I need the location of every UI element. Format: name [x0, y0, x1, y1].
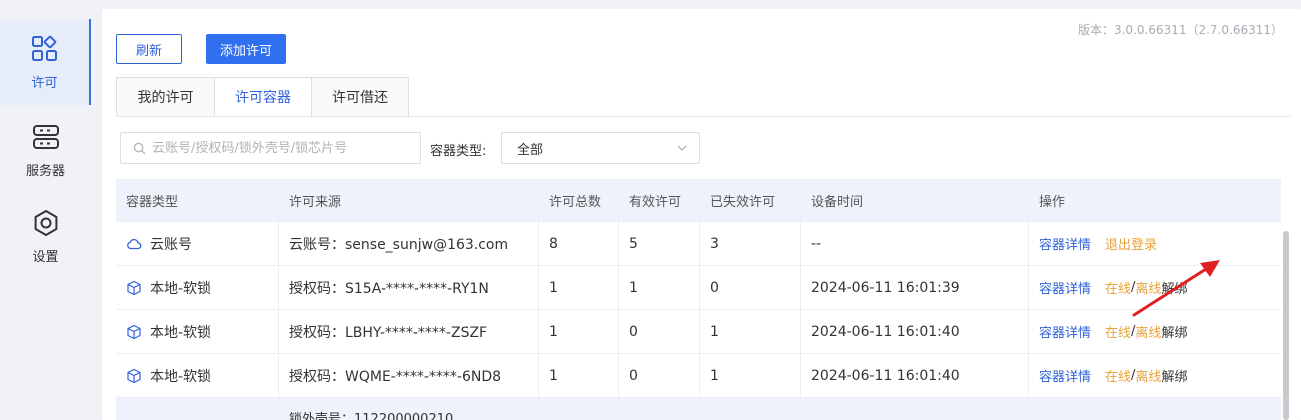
column-header: 容器类型 [116, 179, 279, 222]
valid-cell: 0 [619, 354, 700, 397]
version-text: 版本：3.0.0.66311（2.7.0.66311） [1077, 23, 1283, 37]
valid-cell: 0 [619, 310, 700, 353]
offline-link[interactable]: 离线 [1135, 278, 1161, 297]
container-type-select[interactable]: 全部 [501, 132, 700, 164]
source-cell: 锁外壳号：112200000210 [279, 398, 539, 420]
search-input[interactable] [152, 140, 402, 156]
valid-cell: 5 [619, 222, 700, 265]
table-row: 云账号 云账号：sense_sunjw@163.com 8 5 3 -- 容器详… [116, 222, 1281, 266]
source-cell: 授权码：WQME-****-****-6ND8 [279, 354, 539, 397]
expired-cell: 1 [700, 310, 801, 353]
table-scrollbar[interactable] [1283, 231, 1289, 420]
source-cell: 授权码：S15A-****-****-RY1N [279, 266, 539, 309]
container-detail-link[interactable]: 容器详情 [1039, 234, 1091, 253]
sidebar: 许可 服务器 设置 [0, 0, 92, 420]
time-cell: -- [801, 222, 1029, 265]
table-row: 锁外壳号：112200000210 [116, 398, 1281, 420]
table-row: 本地-软锁 授权码：WQME-****-****-6ND8 1 0 1 2024… [116, 354, 1281, 398]
apps-icon [31, 35, 57, 61]
refresh-button[interactable]: 刷新 [116, 34, 182, 64]
type-cell: 本地-软锁 [116, 354, 279, 397]
container-detail-link[interactable]: 容器详情 [1039, 322, 1091, 341]
column-header: 许可来源 [279, 179, 539, 222]
type-cell: 云账号 [116, 222, 279, 265]
sidebar-item-settings[interactable]: 设置 [0, 193, 91, 279]
tab-my-license[interactable]: 我的许可 [116, 77, 215, 117]
online-link[interactable]: 在线 [1105, 278, 1131, 297]
main-panel: 版本：3.0.0.66311（2.7.0.66311） 刷新 添加许可 我的许可… [102, 9, 1301, 420]
unbind-link[interactable]: 解绑 [1161, 322, 1187, 341]
cube-icon [127, 368, 141, 383]
source-cell: 云账号：sense_sunjw@163.com [279, 222, 539, 265]
action-cell: 容器详情 在线 / 离线 解绑 [1029, 266, 1281, 309]
tab-bar: 我的许可 许可容器 许可借还 [116, 77, 409, 117]
search-box [120, 132, 421, 164]
total-cell: 1 [539, 310, 619, 353]
online-link[interactable]: 在线 [1105, 366, 1131, 385]
select-value: 全部 [517, 142, 544, 158]
total-cell: 1 [539, 354, 619, 397]
type-cell [116, 398, 279, 420]
sidebar-item-server[interactable]: 服务器 [0, 107, 91, 193]
action-cell: 容器详情 退出登录 [1029, 222, 1281, 265]
sidebar-item-label: 服务器 [25, 163, 65, 179]
action-cell: 容器详情 在线 / 离线 解绑 [1029, 310, 1281, 353]
logout-link[interactable]: 退出登录 [1105, 234, 1157, 253]
offline-link[interactable]: 离线 [1135, 322, 1161, 341]
time-cell: 2024-06-11 16:01:40 [801, 310, 1029, 353]
valid-cell: 1 [619, 266, 700, 309]
search-icon [133, 142, 146, 154]
column-header: 许可总数 [539, 179, 619, 222]
table-row: 本地-软锁 授权码：LBHY-****-****-ZSZF 1 0 1 2024… [116, 310, 1281, 354]
column-header: 有效许可 [619, 179, 700, 222]
tab-divider [116, 116, 1291, 117]
unbind-link[interactable]: 解绑 [1161, 278, 1187, 297]
container-detail-link[interactable]: 容器详情 [1039, 278, 1091, 297]
expired-cell: 1 [700, 354, 801, 397]
cube-icon [127, 280, 141, 295]
time-cell: 2024-06-11 16:01:39 [801, 266, 1029, 309]
source-cell: 授权码：LBHY-****-****-ZSZF [279, 310, 539, 353]
cube-icon [127, 324, 141, 339]
time-cell: 2024-06-11 16:01:40 [801, 354, 1029, 397]
tab-license-borrow[interactable]: 许可借还 [312, 77, 409, 117]
offline-link[interactable]: 离线 [1135, 366, 1161, 385]
unbind-link[interactable]: 解绑 [1161, 366, 1187, 385]
type-cell: 本地-软锁 [116, 310, 279, 353]
table-row: 本地-软锁 授权码：S15A-****-****-RY1N 1 1 0 2024… [116, 266, 1281, 310]
total-cell: 1 [539, 266, 619, 309]
type-cell: 本地-软锁 [116, 266, 279, 309]
total-cell: 8 [539, 222, 619, 265]
action-cell: 容器详情 在线 / 离线 解绑 [1029, 354, 1281, 397]
server-icon [32, 124, 59, 149]
tab-license-container[interactable]: 许可容器 [215, 77, 312, 117]
sidebar-item-label: 许可 [31, 75, 58, 91]
container-table: 容器类型 许可来源 许可总数 有效许可 已失效许可 设备时间 操作 云账号 云账… [116, 179, 1281, 420]
column-header: 已失效许可 [700, 179, 801, 222]
gear-icon [34, 209, 57, 236]
container-detail-link[interactable]: 容器详情 [1039, 366, 1091, 385]
column-header: 操作 [1039, 195, 1066, 210]
chevron-down-icon [677, 145, 687, 151]
sidebar-item-label: 设置 [32, 249, 59, 265]
expired-cell: 3 [700, 222, 801, 265]
table-header: 容器类型 许可来源 许可总数 有效许可 已失效许可 设备时间 操作 [116, 179, 1281, 222]
online-link[interactable]: 在线 [1105, 322, 1131, 341]
sidebar-item-license[interactable]: 许可 [0, 19, 91, 105]
container-type-label: 容器类型: [430, 144, 487, 159]
add-license-button[interactable]: 添加许可 [206, 34, 286, 64]
column-header: 设备时间 [801, 179, 1029, 222]
expired-cell: 0 [700, 266, 801, 309]
cloud-icon [127, 238, 142, 249]
